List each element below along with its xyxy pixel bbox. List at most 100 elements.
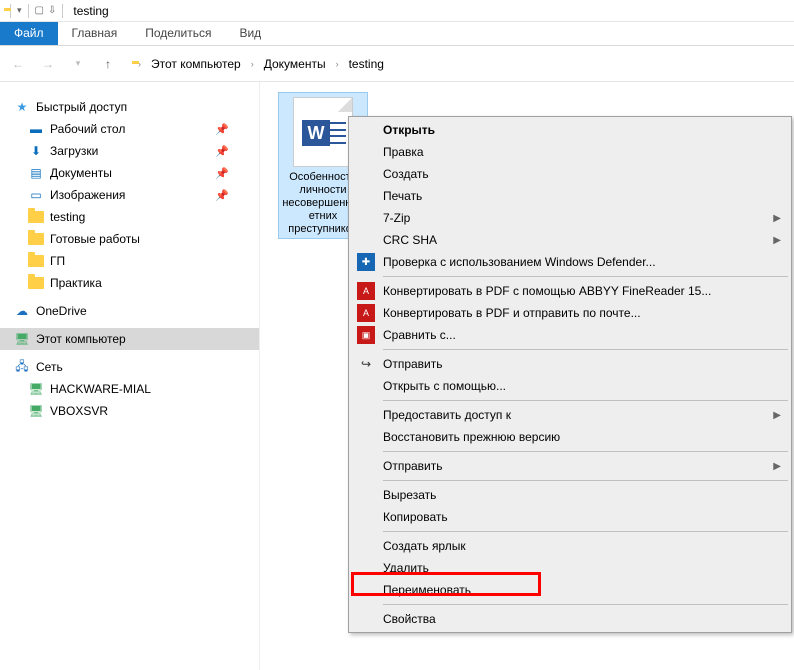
star-icon: ★ [14,99,30,115]
sidebar-label: ГП [50,254,65,268]
sidebar-label: Изображения [50,188,125,202]
qat-maximize-icon[interactable]: ▢ [35,5,44,16]
sidebar-label: HACKWARE-MIAL [50,382,151,396]
chevron-right-icon[interactable]: › [249,59,256,69]
sidebar-label: VBOXSVR [50,404,108,418]
nav-back-icon[interactable]: ← [8,54,28,74]
sidebar-label: Быстрый доступ [36,100,127,114]
submenu-arrow-icon: ▶ [773,213,781,224]
sidebar-onedrive[interactable]: ☁ OneDrive [0,300,259,322]
pin-icon: 📌 [215,167,229,180]
folder-icon [28,253,44,269]
tab-home[interactable]: Главная [58,22,132,45]
documents-icon: ▤ [28,165,44,181]
menu-crcsha[interactable]: CRC SHA▶ [351,229,789,251]
menu-shortcut[interactable]: Создать ярлык [351,535,789,557]
qat-dropdown-icon[interactable]: ▾ [17,5,22,16]
chevron-right-icon[interactable]: › [334,59,341,69]
window-title: testing [73,4,108,18]
pin-icon: 📌 [215,189,229,202]
sidebar-ready[interactable]: Готовые работы [0,228,259,250]
submenu-arrow-icon: ▶ [773,235,781,246]
network-icon: 🖧 [14,359,30,375]
sidebar-gp[interactable]: ГП [0,250,259,272]
menu-create[interactable]: Создать [351,163,789,185]
ribbon-tabs: Файл Главная Поделиться Вид [0,22,794,46]
abbyy-icon: A [357,282,375,300]
menu-separator [383,480,788,481]
menu-open[interactable]: Открыть [351,119,789,141]
menu-print[interactable]: Печать [351,185,789,207]
shield-icon: ✚ [357,253,375,271]
menu-separator [383,531,788,532]
sidebar-network[interactable]: 🖧 Сеть [0,356,259,378]
sidebar-quick-access[interactable]: ★ Быстрый доступ [0,96,259,118]
menu-abbyy-email[interactable]: AКонвертировать в PDF и отправить по поч… [351,302,789,324]
menu-separator [383,276,788,277]
context-menu: Открыть Правка Создать Печать 7-Zip▶ CRC… [348,116,792,633]
sidebar-this-pc[interactable]: 🖥 Этот компьютер [0,328,259,350]
pc-icon: 🖥 [14,331,30,347]
sidebar-documents[interactable]: ▤ Документы 📌 [0,162,259,184]
sidebar-label: Загрузки [50,144,98,158]
sidebar-desktop[interactable]: ▬ Рабочий стол 📌 [0,118,259,140]
nav-forward-icon[interactable]: → [38,54,58,74]
crumb-thispc[interactable]: Этот компьютер [147,55,245,73]
folder-icon [28,209,44,225]
tab-view[interactable]: Вид [225,22,275,45]
menu-delete[interactable]: Удалить [351,557,789,579]
pin-icon: 📌 [215,123,229,136]
nav-recent-icon[interactable]: ▾ [68,54,88,74]
sidebar-downloads[interactable]: ⬇ Загрузки 📌 [0,140,259,162]
desktop-icon: ▬ [28,121,44,137]
sidebar-vboxsvr[interactable]: 🖥 VBOXSVR [0,400,259,422]
pictures-icon: ▭ [28,187,44,203]
navigation-pane: ★ Быстрый доступ ▬ Рабочий стол 📌 ⬇ Загр… [0,82,260,670]
sidebar-pictures[interactable]: ▭ Изображения 📌 [0,184,259,206]
tab-share[interactable]: Поделиться [131,22,225,45]
menu-separator [383,451,788,452]
menu-restore[interactable]: Восстановить прежнюю версию [351,426,789,448]
menu-7zip[interactable]: 7-Zip▶ [351,207,789,229]
menu-grantaccess[interactable]: Предоставить доступ к▶ [351,404,789,426]
breadcrumb[interactable]: › Этот компьютер › Документы › testing [128,52,786,76]
menu-openwith[interactable]: Открыть с помощью... [351,375,789,397]
tab-file[interactable]: Файл [0,22,58,45]
menu-copy[interactable]: Копировать [351,506,789,528]
nav-bar: ← → ▾ ↑ › Этот компьютер › Документы › t… [0,46,794,82]
crumb-testing[interactable]: testing [345,55,388,73]
sidebar-label: Документы [50,166,112,180]
sidebar-hackware[interactable]: 🖥 HACKWARE-MIAL [0,378,259,400]
menu-abbyy-convert[interactable]: AКонвертировать в PDF с помощью ABBYY Fi… [351,280,789,302]
sidebar-testing[interactable]: testing [0,206,259,228]
title-bar: ▾ ▢ ⇩ testing [0,0,794,22]
sidebar-label: testing [50,210,85,224]
qat-options-icon[interactable]: ⇩ [48,5,56,16]
menu-compare[interactable]: ▣Сравнить с... [351,324,789,346]
abbyy-icon: A [357,304,375,322]
menu-cut[interactable]: Вырезать [351,484,789,506]
folder-icon [28,231,44,247]
menu-edit[interactable]: Правка [351,141,789,163]
computer-icon: 🖥 [28,403,44,419]
menu-sendto[interactable]: Отправить▶ [351,455,789,477]
menu-separator [383,604,788,605]
sidebar-label: Рабочий стол [50,122,125,136]
sidebar-label: Готовые работы [50,232,140,246]
menu-defender[interactable]: ✚Проверка с использованием Windows Defen… [351,251,789,273]
nav-up-icon[interactable]: ↑ [98,54,118,74]
submenu-arrow-icon: ▶ [773,410,781,421]
crumb-documents[interactable]: Документы [260,55,330,73]
word-document-icon: W [293,97,353,167]
menu-rename[interactable]: Переименовать [351,579,789,601]
sidebar-practice[interactable]: Практика [0,272,259,294]
computer-icon: 🖥 [28,381,44,397]
sidebar-label: Сеть [36,360,63,374]
menu-separator [383,349,788,350]
menu-properties[interactable]: Свойства [351,608,789,630]
menu-separator [383,400,788,401]
submenu-arrow-icon: ▶ [773,461,781,472]
menu-send[interactable]: ↪Отправить [351,353,789,375]
folder-icon [28,275,44,291]
sidebar-label: Практика [50,276,102,290]
